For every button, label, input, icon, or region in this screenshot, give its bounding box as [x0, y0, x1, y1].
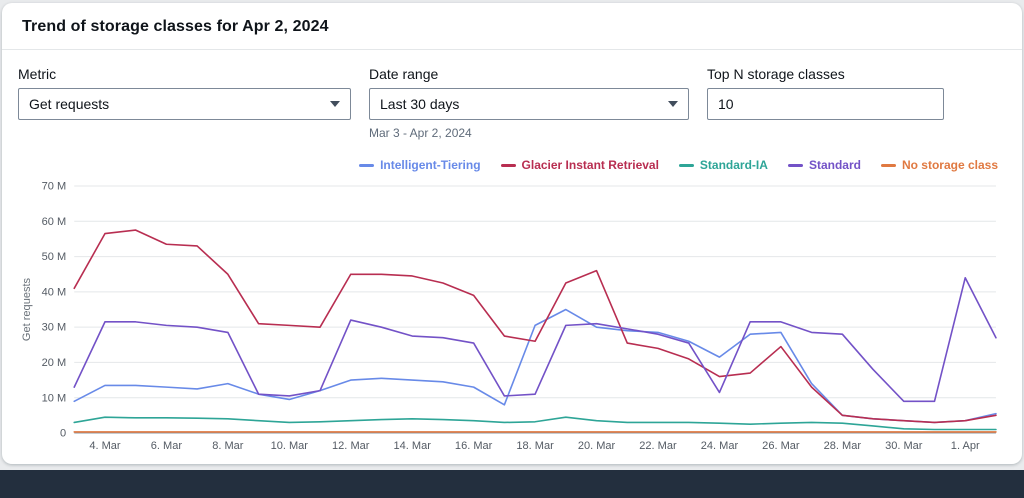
svg-text:60 M: 60 M: [42, 216, 67, 228]
svg-text:24. Mar: 24. Mar: [701, 440, 739, 452]
date-range-helper-text: Mar 3 - Apr 2, 2024: [369, 126, 472, 140]
svg-text:30 M: 30 M: [42, 322, 67, 334]
top-n-label: Top N storage classes: [707, 66, 845, 82]
card-header: Trend of storage classes for Apr 2, 2024: [2, 3, 1022, 50]
caret-down-icon: [668, 101, 678, 107]
metric-label: Metric: [18, 66, 57, 82]
date-range-field: Date range Last 30 days Mar 3 - Apr 2, 2…: [369, 66, 689, 140]
legend-item-standard[interactable]: Standard: [787, 158, 861, 172]
top-n-field: Top N storage classes: [707, 66, 944, 140]
svg-text:16. Mar: 16. Mar: [455, 440, 493, 452]
svg-text:40 M: 40 M: [42, 286, 67, 298]
metric-field: Metric Get requests: [18, 66, 351, 140]
svg-text:22. Mar: 22. Mar: [639, 440, 677, 452]
metric-selected-value: Get requests: [29, 96, 110, 112]
svg-text:50 M: 50 M: [42, 251, 67, 263]
page-background: Trend of storage classes for Apr 2, 2024…: [0, 0, 1024, 470]
top-n-input[interactable]: [707, 88, 944, 120]
metric-select[interactable]: Get requests: [18, 88, 351, 120]
legend-label: No storage class: [901, 158, 998, 172]
date-range-label: Date range: [369, 66, 439, 82]
svg-text:Get requests: Get requests: [21, 277, 33, 341]
svg-text:70 M: 70 M: [42, 182, 67, 193]
svg-text:20 M: 20 M: [42, 357, 67, 369]
legend-line-marker: [880, 163, 896, 167]
svg-text:26. Mar: 26. Mar: [762, 440, 800, 452]
page-title: Trend of storage classes for Apr 2, 2024: [22, 18, 329, 35]
svg-text:18. Mar: 18. Mar: [516, 440, 554, 452]
legend-item-glacier-instant-retrieval[interactable]: Glacier Instant Retrieval: [500, 158, 659, 172]
series-line-intelligent-tiering: [73, 308, 997, 424]
svg-text:6. Mar: 6. Mar: [151, 440, 183, 452]
svg-text:30. Mar: 30. Mar: [885, 440, 923, 452]
svg-text:20. Mar: 20. Mar: [578, 440, 616, 452]
chart-section: Intelligent-Tiering Glacier Instant Retri…: [2, 140, 1022, 462]
caret-down-icon: [330, 101, 340, 107]
svg-text:28. Mar: 28. Mar: [824, 440, 862, 452]
legend-line-marker: [678, 163, 694, 167]
legend-item-standard-ia[interactable]: Standard-IA: [678, 158, 768, 172]
svg-text:12. Mar: 12. Mar: [332, 440, 370, 452]
legend-line-marker: [500, 163, 516, 167]
svg-text:1. Apr: 1. Apr: [951, 440, 980, 452]
svg-text:0: 0: [60, 428, 66, 440]
legend-item-no-storage-class[interactable]: No storage class: [880, 158, 998, 172]
svg-text:8. Mar: 8. Mar: [212, 440, 244, 452]
legend-label: Standard: [808, 158, 861, 172]
svg-text:10. Mar: 10. Mar: [271, 440, 309, 452]
storage-trend-line-chart[interactable]: 0 10 M 20 M 30 M 40 M 50 M 60 M 70 M 4. Mar 6. Ma…: [18, 181, 1006, 457]
date-range-selected-value: Last 30 days: [380, 96, 460, 112]
date-range-select[interactable]: Last 30 days: [369, 88, 689, 120]
legend-label: Glacier Instant Retrieval: [521, 158, 659, 172]
legend-line-marker: [787, 163, 803, 167]
svg-text:10 M: 10 M: [42, 392, 67, 404]
trend-card: Trend of storage classes for Apr 2, 2024…: [2, 3, 1022, 464]
legend-line-marker: [359, 163, 375, 167]
legend-label: Standard-IA: [699, 158, 768, 172]
series-line-standard-ia: [73, 416, 997, 431]
console-footer-bar: [0, 470, 1024, 498]
controls-row: Metric Get requests Date range Last 30 d…: [2, 50, 1022, 140]
svg-text:4. Mar: 4. Mar: [89, 440, 121, 452]
legend-label: Intelligent-Tiering: [380, 158, 481, 172]
svg-text:14. Mar: 14. Mar: [393, 440, 431, 452]
chart-legend: Intelligent-Tiering Glacier Instant Retri…: [18, 158, 998, 172]
legend-item-intelligent-tiering[interactable]: Intelligent-Tiering: [359, 158, 481, 172]
